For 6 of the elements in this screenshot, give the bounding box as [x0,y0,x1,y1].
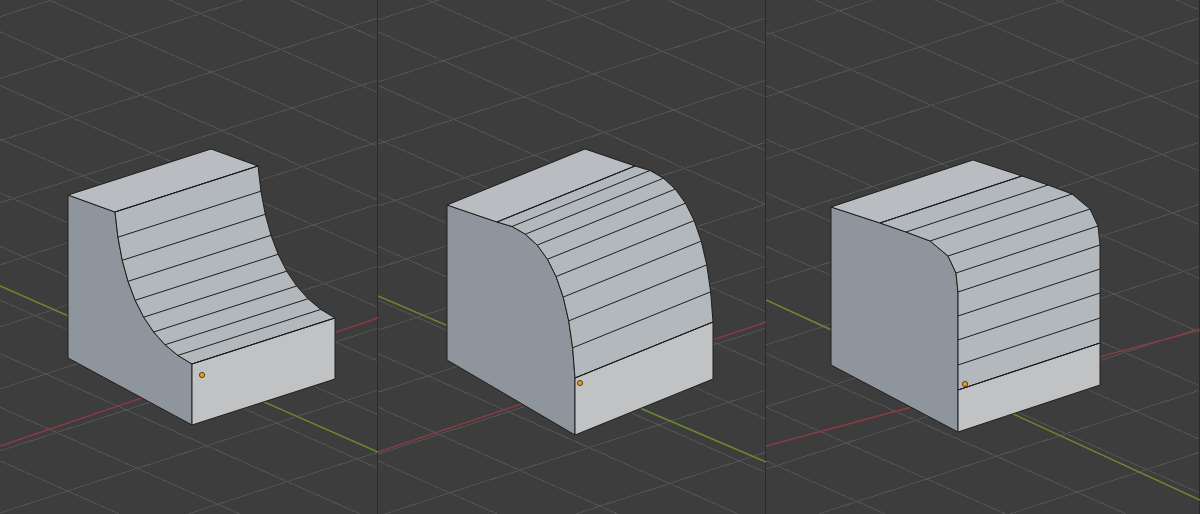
viewport[interactable] [378,0,766,514]
viewport[interactable] [0,0,378,514]
origin-point-icon [199,372,205,378]
origin-point-icon [962,381,968,387]
origin-point-icon [577,380,583,386]
viewport[interactable] [766,0,1200,514]
